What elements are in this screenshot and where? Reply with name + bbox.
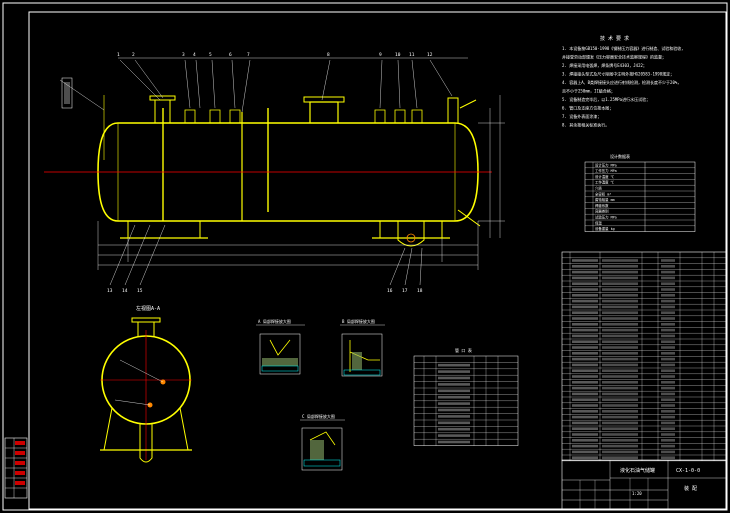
balloon-label: 1 [117,52,120,58]
drawing-number: CX-1-0-0 [676,468,700,474]
tech-requirement-line: 7. 设备外表面涂漆； [562,113,601,119]
design-data-row: 设计温度 ℃ [595,174,615,179]
balloon-label: 13 [107,288,113,294]
balloon-label: 17 [402,288,408,294]
tech-requirement-line: 并接受劳动部颁发《压力容器安全技术监察规程》的监督； [562,54,666,60]
balloon-label: 15 [137,288,143,294]
design-data-row: 工作温度 ℃ [595,180,615,185]
balloon-label: 2 [132,52,135,58]
svg-text:设计数据表: 设计数据表 [610,153,630,159]
vessel-side-view [100,317,192,463]
balloon-label: 10 [395,52,401,58]
drawing-title: 液化石油气储罐 [620,467,655,474]
vessel-front-view [44,95,492,247]
design-data-row: 设备重量 kg [595,226,615,231]
balloon-label: 11 [409,52,415,58]
design-data-row: 试验压力 MPa [595,215,617,220]
balloon-label: 9 [379,52,382,58]
tech-requirement-line: 2. 焊接采用电弧焊，焊条牌号E4303，J422； [562,62,647,68]
design-data-table: 设计数据表 设计压力 MPa工作压力 MPa设计温度 ℃工作温度 ℃介质全容积 … [584,153,696,232]
side-view-label: 左视图A-A [136,305,160,312]
tech-requirement-line: 5. 设备制造完毕后，以1.25MPa进行水压试验； [562,96,650,102]
tech-requirements-title: 技 术 要 求 [600,35,629,42]
title-block: 液化石油气储罐 CX-1-0-0 装 配 1:20 [561,459,727,510]
balloon-label: 4 [193,52,196,58]
tech-requirement-line: 4. 容器上A、B类焊接接头应进行射线检测，检测长度不少于20%， [562,79,681,85]
design-data-row: 设计压力 MPa [595,162,617,167]
svg-text:管 口 表: 管 口 表 [455,347,472,353]
design-data-row: 全容积 m³ [595,191,611,196]
balloon-label: 8 [327,52,330,58]
svg-text:C 局部焊接放大图: C 局部焊接放大图 [302,413,335,419]
cad-drawing-canvas: 左视图A-A A 局部焊接放大图 B 局部焊接放大图 C 局部焊接放大图 技 术… [0,0,730,513]
nozzle-table: 管 口 表 [413,347,519,446]
svg-text:B 局部焊接放大图: B 局部焊接放大图 [342,318,375,324]
balloon-label: 3 [182,52,185,58]
drawing-svg: 左视图A-A A 局部焊接放大图 B 局部焊接放大图 C 局部焊接放大图 技 术… [2,2,728,511]
balloon-label: 7 [247,52,250,58]
tech-requirement-line: 3. 焊接接头型式及尺寸除图中注明外按HG20583-1998规定； [562,71,674,77]
tech-requirement-line: 6. 管口及支座方位按本图； [562,105,613,111]
balloon-label: 5 [209,52,212,58]
scale-label: 1:20 [632,491,642,496]
detail-a: A 局部焊接放大图 [256,318,305,375]
tech-requirements: 技 术 要 求 1. 本设备按GB150-1998《钢制压力容器》进行制造、试验… [562,35,685,128]
tech-requirement-line: 8. 其余按相关标准执行。 [562,122,609,128]
tech-requirement-line: 且不小于250mm，II级合格； [562,88,615,94]
design-data-row: 腐蚀裕量 mm [595,197,615,202]
design-data-row: 工作压力 MPa [595,168,617,173]
parts-list [561,251,727,462]
balloon-label: 6 [229,52,232,58]
dimension-lines [59,57,505,286]
design-data-row: 焊缝系数 [595,203,609,208]
balloon-label: 14 [122,288,128,294]
detail-b: B 局部焊接放大图 [340,318,385,377]
design-data-row: 保温 [595,220,602,225]
design-data-row: 容器类别 [595,209,609,214]
design-data-row: 介质 [595,186,602,191]
detail-c: C 局部焊接放大图 [300,413,345,471]
tech-requirement-line: 1. 本设备按GB150-1998《钢制压力容器》进行制造、试验和验收， [562,45,685,51]
company-label: 装 配 [684,485,697,492]
balloon-label: 18 [417,288,423,294]
balloon-label: 12 [427,52,433,58]
balloon-label: 16 [387,288,393,294]
left-stamp [4,437,28,499]
svg-text:A 局部焊接放大图: A 局部焊接放大图 [258,318,291,324]
